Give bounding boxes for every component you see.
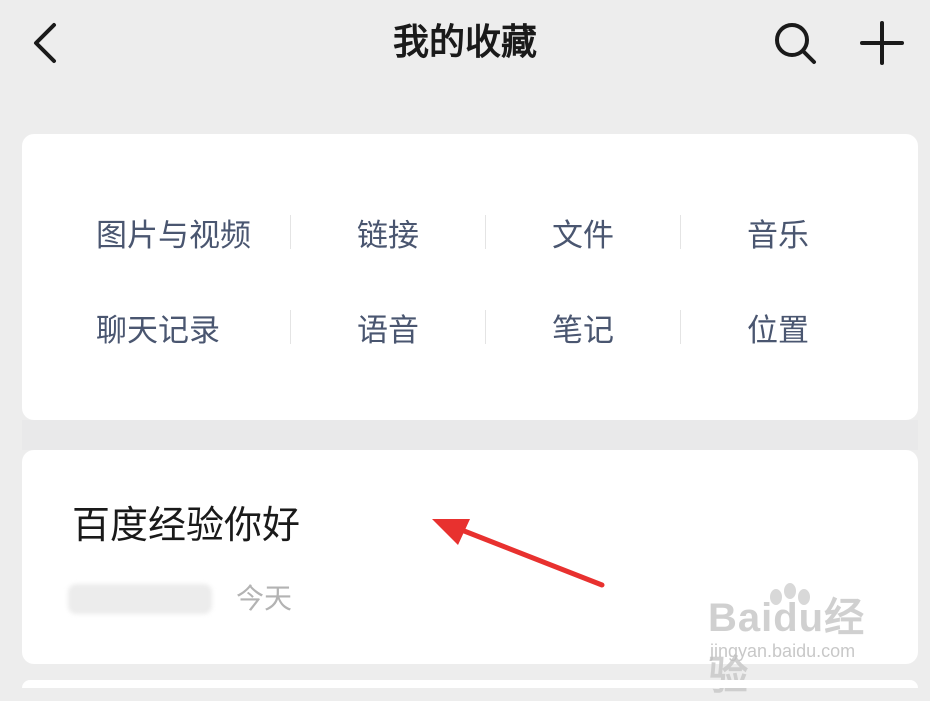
category-card: 图片与视频 链接 文件 音乐 聊天记录 语音 笔记 位置 [22,134,918,420]
category-links[interactable]: 链接 [291,202,485,262]
category-music[interactable]: 音乐 [681,202,875,262]
category-voice[interactable]: 语音 [291,297,485,357]
add-button[interactable] [854,18,910,68]
blurred-strip [22,420,918,450]
favorite-source-blurred [68,584,212,614]
red-arrow-annotation [432,519,605,588]
search-button[interactable] [768,18,822,68]
category-row: 聊天记录 语音 笔记 位置 [22,297,918,357]
next-card-edge [22,680,918,688]
category-photos-videos[interactable]: 图片与视频 [22,202,290,262]
category-files[interactable]: 文件 [486,202,680,262]
category-chat-history[interactable]: 聊天记录 [22,297,290,357]
favorite-title: 百度经验你好 [72,503,301,547]
favorite-time: 今天 [236,582,293,615]
nav-bar: 我的收藏 [0,0,930,90]
category-notes[interactable]: 笔记 [486,297,680,357]
search-icon [775,23,816,64]
plus-icon [860,21,904,65]
baidu-watermark: Baidu经验 jingyan.baidu.com [700,583,900,698]
category-row: 图片与视频 链接 文件 音乐 [22,202,918,262]
category-location[interactable]: 位置 [681,297,875,357]
watermark-url: jingyan.baidu.com [710,641,856,661]
